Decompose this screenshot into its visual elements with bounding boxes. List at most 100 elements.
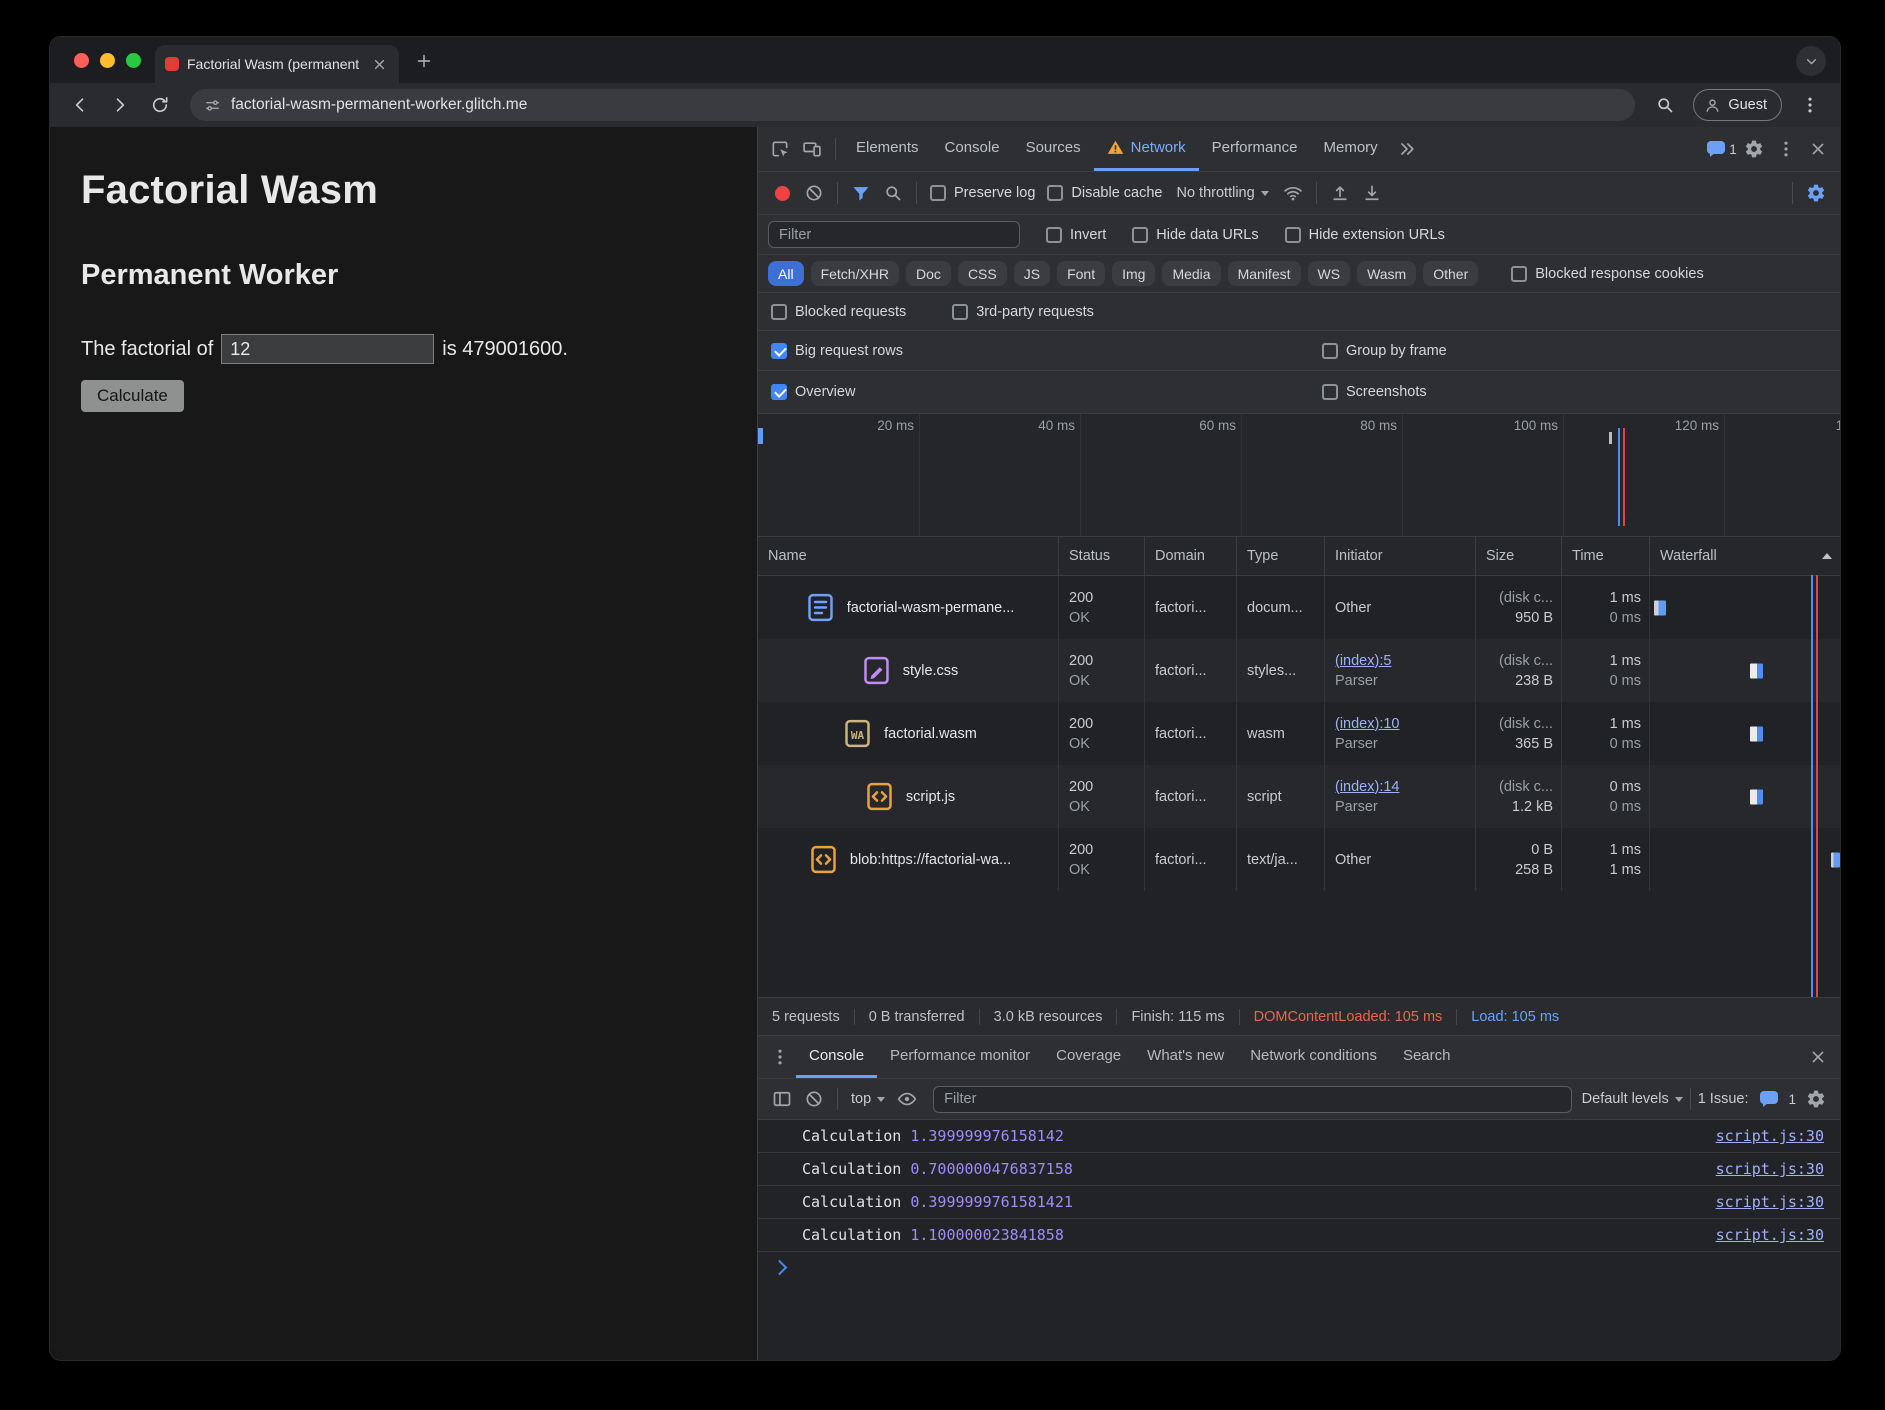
drawer-tab-search[interactable]: Search xyxy=(1390,1036,1464,1078)
group-by-frame-checkbox[interactable]: Group by frame xyxy=(1322,343,1840,359)
chip-doc[interactable]: Doc xyxy=(906,261,951,286)
blocked-response-cookies-checkbox[interactable]: Blocked response cookies xyxy=(1511,266,1703,282)
log-levels-dropdown[interactable]: Default levels xyxy=(1582,1091,1683,1107)
more-tabs-icon[interactable] xyxy=(1391,133,1423,165)
column-header-initiator[interactable]: Initiator xyxy=(1324,537,1475,575)
chip-css[interactable]: CSS xyxy=(958,261,1007,286)
tab-search-button[interactable] xyxy=(1796,46,1826,76)
drawer-tab-whats-new[interactable]: What's new xyxy=(1134,1036,1237,1078)
chip-media[interactable]: Media xyxy=(1162,261,1220,286)
big-request-rows-checkbox[interactable]: Big request rows xyxy=(771,343,1322,359)
browser-tab[interactable]: Factorial Wasm (permanent W xyxy=(155,45,399,83)
tab-performance[interactable]: Performance xyxy=(1199,127,1311,171)
request-row-stylesheet[interactable]: style.css 200OK factori... styles... (in… xyxy=(758,639,1840,702)
hide-data-urls-checkbox[interactable]: Hide data URLs xyxy=(1132,227,1258,243)
chip-other[interactable]: Other xyxy=(1423,261,1478,286)
chip-all[interactable]: All xyxy=(768,261,804,286)
network-search-button[interactable] xyxy=(877,177,909,209)
drawer-tab-coverage[interactable]: Coverage xyxy=(1043,1036,1134,1078)
devtools-menu-icon[interactable] xyxy=(1770,133,1802,165)
throttling-dropdown[interactable]: No throttling xyxy=(1176,185,1268,201)
reload-button[interactable] xyxy=(142,87,178,123)
initiator-link[interactable]: (index):5 xyxy=(1335,651,1467,671)
console-settings-icon[interactable] xyxy=(1800,1083,1832,1115)
column-header-size[interactable]: Size xyxy=(1475,537,1561,575)
drawer-menu-icon[interactable] xyxy=(764,1041,796,1073)
inspect-element-icon[interactable] xyxy=(764,133,796,165)
source-link[interactable]: script.js:30 xyxy=(1716,1160,1824,1178)
chip-wasm[interactable]: Wasm xyxy=(1357,261,1416,286)
chip-img[interactable]: Img xyxy=(1112,261,1155,286)
request-row-wasm[interactable]: factorial.wasm 200OK factori... wasm (in… xyxy=(758,702,1840,765)
import-har-button[interactable] xyxy=(1324,177,1356,209)
request-row-script[interactable]: script.js 200OK factori... script (index… xyxy=(758,765,1840,828)
overview-checkbox[interactable]: Overview xyxy=(771,384,1322,400)
source-link[interactable]: script.js:30 xyxy=(1716,1127,1824,1145)
address-bar[interactable]: factorial-wasm-permanent-worker.glitch.m… xyxy=(190,89,1635,121)
drawer-close-icon[interactable] xyxy=(1802,1041,1834,1073)
console-sidebar-icon[interactable] xyxy=(766,1083,798,1115)
site-settings-icon[interactable] xyxy=(204,97,221,114)
chip-font[interactable]: Font xyxy=(1057,261,1105,286)
tab-close-icon[interactable] xyxy=(369,54,389,74)
column-header-domain[interactable]: Domain xyxy=(1144,537,1236,575)
browser-menu-button[interactable] xyxy=(1792,87,1828,123)
tab-memory[interactable]: Memory xyxy=(1311,127,1391,171)
column-header-type[interactable]: Type xyxy=(1236,537,1324,575)
devtools-settings-icon[interactable] xyxy=(1738,133,1770,165)
calculate-button[interactable]: Calculate xyxy=(81,380,184,412)
device-toolbar-icon[interactable] xyxy=(796,133,828,165)
chip-js[interactable]: JS xyxy=(1014,261,1050,286)
column-header-name[interactable]: Name xyxy=(758,537,1058,575)
drawer-tab-network-conditions[interactable]: Network conditions xyxy=(1237,1036,1390,1078)
profile-button[interactable]: Guest xyxy=(1693,89,1782,121)
tab-sources[interactable]: Sources xyxy=(1013,127,1094,171)
devtools-close-icon[interactable] xyxy=(1802,133,1834,165)
filter-toggle-button[interactable] xyxy=(845,177,877,209)
network-settings-icon[interactable] xyxy=(1800,177,1832,209)
initiator-link[interactable]: (index):14 xyxy=(1335,777,1467,797)
export-har-button[interactable] xyxy=(1356,177,1388,209)
tab-network[interactable]: Network xyxy=(1094,127,1199,171)
column-header-waterfall[interactable]: Waterfall xyxy=(1649,537,1840,575)
console-prompt[interactable] xyxy=(758,1252,1840,1284)
clear-console-icon[interactable] xyxy=(798,1083,830,1115)
chip-ws[interactable]: WS xyxy=(1308,261,1351,286)
blocked-requests-checkbox[interactable]: Blocked requests xyxy=(771,304,906,320)
eye-icon[interactable] xyxy=(891,1083,923,1115)
back-button[interactable] xyxy=(62,87,98,123)
zoom-icon[interactable] xyxy=(1647,87,1683,123)
request-row-blob[interactable]: blob:https://factorial-wa... 200OK facto… xyxy=(758,828,1840,891)
factorial-input[interactable] xyxy=(221,334,434,364)
initiator-link[interactable]: (index):10 xyxy=(1335,714,1467,734)
preserve-log-checkbox[interactable]: Preserve log xyxy=(930,185,1035,201)
hide-extension-urls-checkbox[interactable]: Hide extension URLs xyxy=(1285,227,1445,243)
forward-button[interactable] xyxy=(102,87,138,123)
screenshots-checkbox[interactable]: Screenshots xyxy=(1322,384,1840,400)
issues-link[interactable]: 1 Issue: 1 xyxy=(1698,1091,1796,1107)
issues-counter[interactable]: 1 xyxy=(1706,133,1738,165)
source-link[interactable]: script.js:30 xyxy=(1716,1193,1824,1211)
invert-checkbox[interactable]: Invert xyxy=(1046,227,1106,243)
request-row-document[interactable]: factorial-wasm-permane... 200OK factori.… xyxy=(758,576,1840,639)
drawer-tab-console[interactable]: Console xyxy=(796,1036,877,1078)
close-window-button[interactable] xyxy=(74,53,89,68)
tab-console[interactable]: Console xyxy=(932,127,1013,171)
source-link[interactable]: script.js:30 xyxy=(1716,1226,1824,1244)
network-filter-input[interactable] xyxy=(768,221,1020,248)
tab-elements[interactable]: Elements xyxy=(843,127,932,171)
column-header-status[interactable]: Status xyxy=(1058,537,1144,575)
drawer-tab-performance-monitor[interactable]: Performance monitor xyxy=(877,1036,1043,1078)
new-tab-button[interactable] xyxy=(407,44,441,78)
network-conditions-icon[interactable] xyxy=(1277,177,1309,209)
console-filter-input[interactable] xyxy=(933,1086,1571,1113)
disable-cache-checkbox[interactable]: Disable cache xyxy=(1047,185,1162,201)
network-overview[interactable]: 20 ms 40 ms 60 ms 80 ms 100 ms 120 ms 14… xyxy=(758,414,1840,537)
column-header-time[interactable]: Time xyxy=(1561,537,1649,575)
third-party-requests-checkbox[interactable]: 3rd-party requests xyxy=(952,304,1094,320)
record-network-log-button[interactable] xyxy=(766,177,798,209)
zoom-window-button[interactable] xyxy=(126,53,141,68)
execution-context-dropdown[interactable]: top xyxy=(851,1091,885,1107)
chip-manifest[interactable]: Manifest xyxy=(1228,261,1301,286)
clear-network-log-button[interactable] xyxy=(798,177,830,209)
